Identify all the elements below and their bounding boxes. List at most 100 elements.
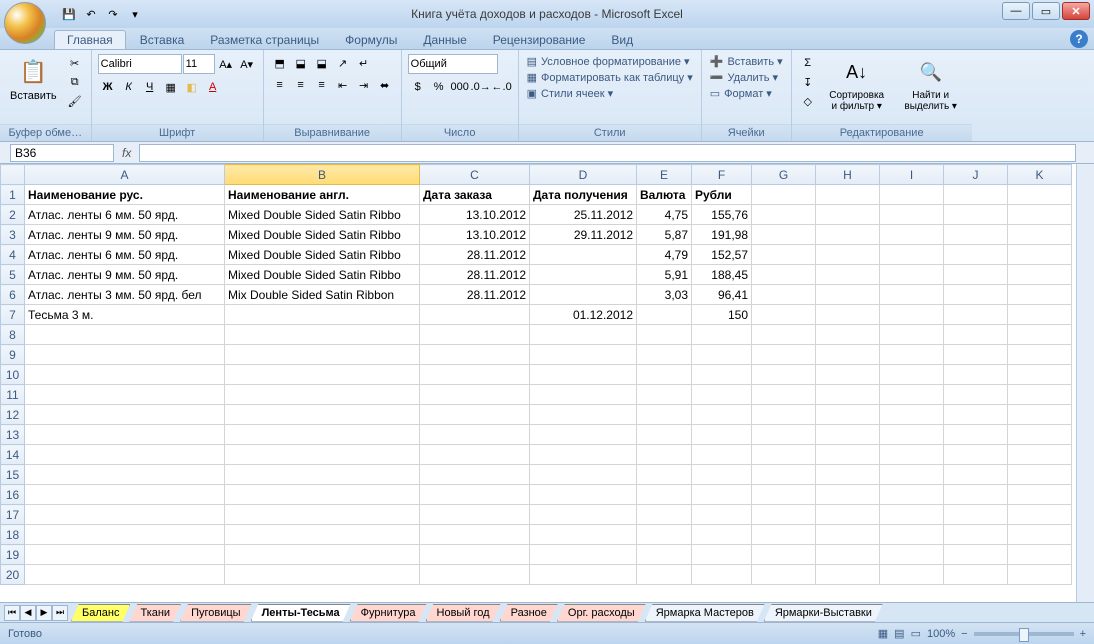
cell[interactable] [530,465,637,485]
table-header-cell[interactable]: Валюта [637,185,692,205]
cell[interactable]: 28.11.2012 [420,285,530,305]
cell[interactable] [25,425,225,445]
cell[interactable] [752,505,816,525]
cell[interactable] [944,285,1008,305]
cell[interactable] [692,385,752,405]
row-header-12[interactable]: 12 [1,405,25,425]
cell[interactable] [530,365,637,385]
cell[interactable] [1008,565,1072,585]
table-header-cell[interactable]: Наименование рус. [25,185,225,205]
cell[interactable] [752,205,816,225]
sheet-tab-Разное[interactable]: Разное [500,604,558,622]
cell[interactable] [225,465,420,485]
cell[interactable] [225,525,420,545]
cell[interactable] [25,325,225,345]
cell[interactable] [420,445,530,465]
cell[interactable] [816,265,880,285]
cell[interactable] [1008,225,1072,245]
col-header-A[interactable]: A [25,165,225,185]
cell[interactable] [530,485,637,505]
cell[interactable] [225,345,420,365]
cell[interactable] [752,385,816,405]
indent-inc-icon[interactable]: ⇥ [354,76,374,94]
cell[interactable]: 155,76 [692,205,752,225]
cell[interactable] [25,385,225,405]
save-icon[interactable]: 💾 [60,5,78,23]
sheet-tab-Ярмарки-Выставки[interactable]: Ярмарки-Выставки [764,604,883,622]
tab-home[interactable]: Главная [54,30,126,49]
cell[interactable] [637,505,692,525]
cell[interactable] [225,485,420,505]
cell[interactable]: 25.11.2012 [530,205,637,225]
row-header-13[interactable]: 13 [1,425,25,445]
cell-styles-button[interactable]: ▣Стили ячеек ▾ [525,86,695,101]
cell[interactable] [944,345,1008,365]
cell[interactable] [880,365,944,385]
cell[interactable] [692,325,752,345]
merge-icon[interactable]: ⬌ [375,76,395,94]
fx-icon[interactable]: fx [122,146,131,160]
cell[interactable] [692,465,752,485]
cell[interactable] [880,505,944,525]
cell[interactable]: 5,87 [637,225,692,245]
sheet-tab-Новый год[interactable]: Новый год [426,604,501,622]
cell[interactable] [1008,185,1072,205]
cell[interactable]: 191,98 [692,225,752,245]
cell[interactable]: Атлас. ленты 9 мм. 50 ярд. [25,225,225,245]
row-header-20[interactable]: 20 [1,565,25,585]
cell[interactable] [530,385,637,405]
cell[interactable] [530,245,637,265]
col-header-corner[interactable] [1,165,25,185]
cell[interactable] [420,325,530,345]
cell[interactable]: Атлас. ленты 6 мм. 50 ярд. [25,205,225,225]
find-select-button[interactable]: 🔍 Найти и выделить ▾ [896,54,966,114]
cell[interactable]: 28.11.2012 [420,245,530,265]
format-as-table-button[interactable]: ▦Форматировать как таблицу ▾ [525,70,695,85]
col-header-B[interactable]: B [225,165,420,185]
cell[interactable]: Mixed Double Sided Satin Ribbo [225,225,420,245]
cell[interactable] [880,445,944,465]
cell[interactable]: 28.11.2012 [420,265,530,285]
col-header-J[interactable]: J [944,165,1008,185]
col-header-K[interactable]: K [1008,165,1072,185]
underline-button[interactable]: Ч [140,78,160,96]
cell[interactable] [944,545,1008,565]
col-header-H[interactable]: H [816,165,880,185]
cell[interactable] [1008,485,1072,505]
cell[interactable] [25,565,225,585]
row-header-1[interactable]: 1 [1,185,25,205]
cell[interactable] [637,445,692,465]
cell[interactable] [25,405,225,425]
cell[interactable] [816,485,880,505]
cell[interactable] [1008,365,1072,385]
cell[interactable] [816,245,880,265]
cell[interactable] [530,425,637,445]
cell[interactable] [1008,285,1072,305]
cell[interactable] [752,485,816,505]
cell[interactable] [816,505,880,525]
row-header-7[interactable]: 7 [1,305,25,325]
cell[interactable] [944,385,1008,405]
cell[interactable] [752,345,816,365]
cell[interactable] [1008,345,1072,365]
cell[interactable] [1008,505,1072,525]
cell[interactable] [816,405,880,425]
cell[interactable] [692,565,752,585]
cell[interactable]: Атлас. ленты 9 мм. 50 ярд. [25,265,225,285]
tab-data[interactable]: Данные [411,31,478,49]
cell[interactable] [420,545,530,565]
cell[interactable] [530,325,637,345]
italic-button[interactable]: К [119,78,139,96]
cell[interactable] [25,445,225,465]
col-header-G[interactable]: G [752,165,816,185]
cell[interactable] [880,465,944,485]
cell[interactable] [1008,465,1072,485]
cell[interactable] [752,285,816,305]
cell[interactable] [637,325,692,345]
insert-cells-button[interactable]: ➕Вставить ▾ [708,54,785,69]
cell[interactable] [1008,245,1072,265]
format-painter-icon[interactable]: 🖌 [65,92,85,110]
cell[interactable] [225,445,420,465]
cell[interactable] [880,385,944,405]
cell[interactable] [637,525,692,545]
